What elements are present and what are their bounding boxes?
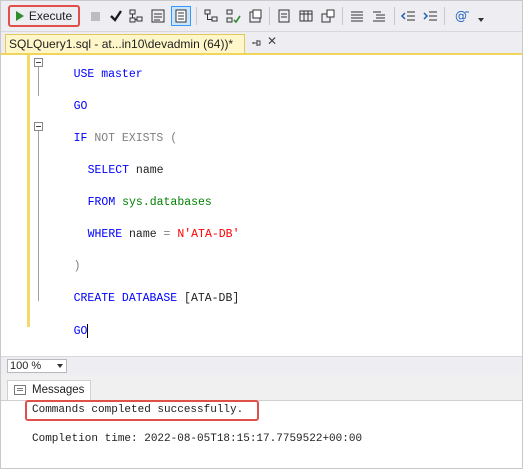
outline-line xyxy=(38,67,39,96)
message-highlight-box xyxy=(25,400,259,421)
specify-values-icon: @ xyxy=(455,8,471,24)
code-editor[interactable]: USE master GO IF NOT EXISTS ( SELECT nam… xyxy=(1,55,522,355)
results-to-grid-button[interactable] xyxy=(171,6,191,26)
increase-indent-button[interactable] xyxy=(421,6,439,26)
results-tab-strip: Messages xyxy=(1,375,522,401)
results-to-grid-icon xyxy=(173,8,189,24)
parse-button[interactable] xyxy=(107,6,125,26)
results-to-text-icon xyxy=(150,8,166,24)
collapse-toggle[interactable] xyxy=(34,58,43,67)
outline-line xyxy=(38,131,39,301)
toolbar-separator xyxy=(394,7,395,25)
results-grid-icon xyxy=(320,8,336,24)
code-line: WHERE name = N'ATA-DB' xyxy=(87,228,240,241)
zoom-select[interactable]: 100 % xyxy=(7,359,67,373)
uncomment-icon xyxy=(371,8,387,24)
comment-button[interactable] xyxy=(348,6,366,26)
live-stats-icon xyxy=(225,8,241,24)
editor-status-bar: 100 % xyxy=(1,356,522,375)
include-plan-icon xyxy=(203,8,219,24)
pin-icon[interactable] xyxy=(252,37,261,46)
decrease-indent-button[interactable] xyxy=(399,6,417,26)
estimated-plan-button[interactable] xyxy=(127,6,145,26)
results-to-text-button[interactable] xyxy=(149,6,167,26)
results-file-icon xyxy=(298,8,314,24)
execute-button[interactable]: Execute xyxy=(8,5,80,27)
stop-icon xyxy=(90,11,100,21)
text-caret xyxy=(87,324,89,338)
comment-icon xyxy=(349,8,365,24)
tab-sqlquery1[interactable]: SQLQuery1.sql - at...in10\devadmin (64))… xyxy=(5,34,245,54)
results-grid-button[interactable] xyxy=(319,6,337,26)
display-plan-button[interactable] xyxy=(275,6,293,26)
messages-icon xyxy=(14,385,26,395)
increase-indent-icon xyxy=(422,8,438,24)
client-stats-button[interactable] xyxy=(246,6,264,26)
code-line: GO xyxy=(73,324,89,339)
play-icon xyxy=(15,11,24,21)
completion-time: Completion time: 2022-08-05T18:15:17.775… xyxy=(32,433,363,445)
uncomment-button[interactable] xyxy=(370,6,388,26)
results-pane: Messages Commands completed successfully… xyxy=(1,375,522,468)
toolbar-separator xyxy=(269,7,270,25)
tab-messages-label: Messages xyxy=(32,384,85,396)
display-plan-icon xyxy=(276,8,292,24)
tab-messages[interactable]: Messages xyxy=(7,380,91,400)
tab-title: SQLQuery1.sql - at...in10\devadmin (64))… xyxy=(9,37,234,51)
toolbar-separator xyxy=(196,7,197,25)
chevron-down-icon xyxy=(57,364,63,368)
sql-editor-toolbar: Execute @ xyxy=(1,1,522,32)
toolbar-separator xyxy=(444,7,445,25)
include-actual-plan-button[interactable] xyxy=(202,6,220,26)
change-tracking-bar xyxy=(27,55,30,327)
zoom-value: 100 % xyxy=(10,360,42,372)
cancel-query-button[interactable] xyxy=(88,6,102,26)
execute-label: Execute xyxy=(28,9,73,23)
document-tab-strip: SQLQuery1.sql - at...in10\devadmin (64))… xyxy=(1,32,522,54)
svg-text:@: @ xyxy=(455,9,467,23)
collapse-toggle[interactable] xyxy=(34,122,43,131)
decrease-indent-icon xyxy=(400,8,416,24)
toolbar-overflow-dropdown[interactable] xyxy=(476,6,486,26)
specify-values-button[interactable]: @ xyxy=(453,6,473,26)
parse-checkmark-icon xyxy=(108,8,124,24)
results-file-button[interactable] xyxy=(297,6,315,26)
toolbar-separator xyxy=(342,7,343,25)
live-query-stats-button[interactable] xyxy=(224,6,242,26)
dropdown-chevron-icon xyxy=(478,18,484,22)
close-icon[interactable]: ✕ xyxy=(267,34,277,48)
client-stats-icon xyxy=(247,8,263,24)
estimated-plan-icon xyxy=(128,8,144,24)
